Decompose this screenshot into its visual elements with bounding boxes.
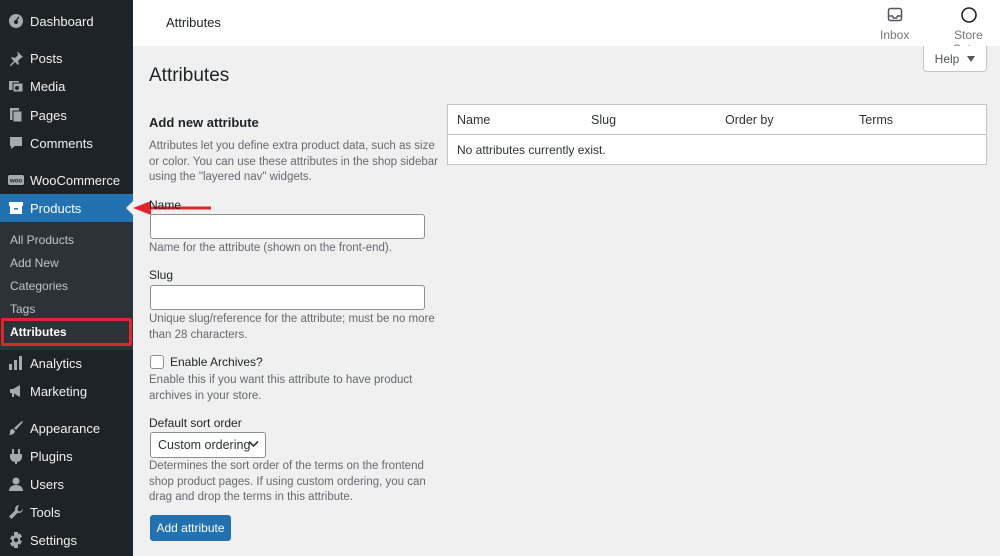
- plugin-icon: [8, 448, 24, 464]
- empty-table-message: No attributes currently exist.: [457, 143, 606, 157]
- submenu-categories[interactable]: Categories: [10, 279, 68, 293]
- admin-sidebar: Dashboard Posts Media Pages Comments woo…: [0, 0, 134, 556]
- name-label: Name: [149, 198, 182, 212]
- woo-icon: woo: [8, 172, 24, 188]
- sidebar-item-analytics[interactable]: Analytics: [0, 349, 133, 377]
- enable-archives-row: Enable Archives?: [150, 355, 263, 369]
- annotation-highlight-box: [1, 318, 132, 346]
- sidebar-item-marketing[interactable]: Marketing: [0, 377, 133, 405]
- submenu-add-new[interactable]: Add New: [10, 256, 59, 270]
- header-title: Attributes: [166, 15, 221, 30]
- caret-down-icon: [967, 55, 976, 62]
- page-title: Attributes: [149, 65, 230, 86]
- media-icon: [8, 78, 24, 94]
- sort-order-help: Determines the sort order of the terms o…: [149, 460, 426, 503]
- sidebar-item-posts[interactable]: Posts: [0, 44, 133, 72]
- table-header: Name Slug Order by Terms: [448, 105, 986, 135]
- pages-icon: [8, 107, 24, 123]
- sidebar-item-pages[interactable]: Pages: [0, 101, 133, 129]
- add-attribute-button[interactable]: Add attribute: [150, 515, 231, 541]
- comment-icon: [8, 135, 24, 151]
- name-help: Name for the attribute (shown on the fro…: [149, 242, 392, 254]
- inbox-icon: [880, 6, 909, 24]
- chevron-down-icon: [248, 440, 259, 448]
- sidebar-item-settings[interactable]: Settings: [0, 526, 133, 554]
- archives-help: Enable this if you want this attribute t…: [149, 374, 413, 402]
- dashboard-icon: [8, 13, 24, 29]
- sort-order-select[interactable]: Custom ordering: [150, 432, 266, 458]
- pin-icon: [8, 50, 24, 66]
- wrench-icon: [8, 504, 24, 520]
- sidebar-item-media[interactable]: Media: [0, 72, 133, 100]
- sidebar-item-appearance[interactable]: Appearance: [0, 414, 133, 442]
- slug-input[interactable]: [150, 285, 425, 310]
- form-intro: Attributes let you define extra product …: [149, 140, 438, 183]
- woocommerce-header: Attributes Inbox Store Setup: [133, 0, 1000, 56]
- sidebar-item-plugins[interactable]: Plugins: [0, 442, 133, 470]
- slug-help: Unique slug/reference for the attribute;…: [149, 313, 435, 341]
- sidebar-item-users[interactable]: Users: [0, 470, 133, 498]
- slug-label: Slug: [149, 268, 174, 282]
- help-tab-button[interactable]: Help: [923, 46, 987, 72]
- sort-order-label: Default sort order: [149, 416, 242, 430]
- sidebar-item-dashboard[interactable]: Dashboard: [0, 7, 133, 35]
- products-icon: [8, 200, 24, 216]
- bar-chart-icon: [8, 355, 24, 371]
- column-name[interactable]: Name: [457, 113, 490, 127]
- sidebar-item-comments[interactable]: Comments: [0, 129, 133, 157]
- progress-ring-icon: [937, 6, 1000, 24]
- svg-text:woo: woo: [9, 179, 22, 185]
- sidebar-item-products[interactable]: Products: [0, 194, 133, 222]
- brush-icon: [8, 420, 24, 436]
- sidebar-item-tools[interactable]: Tools: [0, 498, 133, 526]
- megaphone-icon: [8, 383, 24, 399]
- column-slug[interactable]: Slug: [591, 113, 616, 127]
- column-terms[interactable]: Terms: [859, 113, 893, 127]
- name-input[interactable]: [150, 214, 425, 239]
- column-order-by[interactable]: Order by: [725, 113, 774, 127]
- enable-archives-checkbox[interactable]: [150, 355, 164, 369]
- user-icon: [8, 476, 24, 492]
- attributes-table: Name Slug Order by Terms No attributes c…: [447, 104, 987, 165]
- form-heading: Add new attribute: [149, 115, 259, 130]
- submenu-tags[interactable]: Tags: [10, 302, 35, 316]
- inbox-button[interactable]: Inbox: [880, 6, 909, 42]
- settings-icon: [8, 532, 24, 548]
- sidebar-item-woocommerce[interactable]: woo WooCommerce: [0, 166, 133, 194]
- submenu-all-products[interactable]: All Products: [10, 233, 74, 247]
- enable-archives-label[interactable]: Enable Archives?: [170, 355, 263, 369]
